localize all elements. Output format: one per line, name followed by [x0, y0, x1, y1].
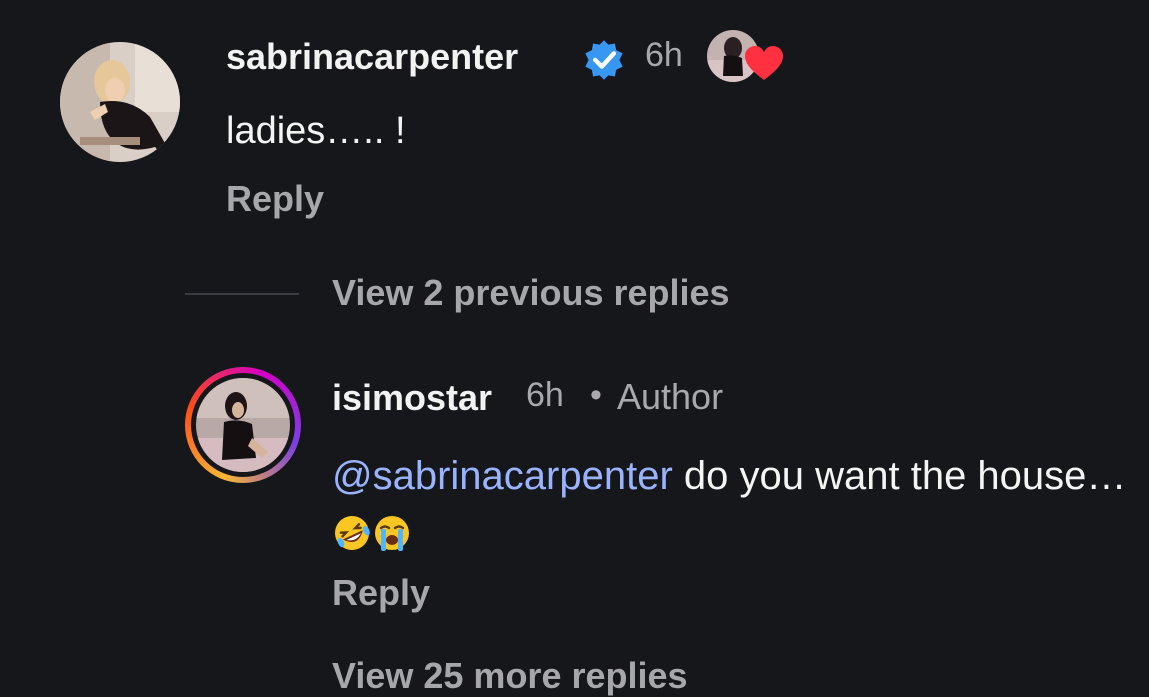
view-more-replies-button[interactable]: View 25 more replies: [332, 655, 688, 697]
reply-button[interactable]: Reply: [332, 572, 430, 614]
avatar[interactable]: [60, 42, 180, 162]
rolling-laughing-emoji-icon: [335, 516, 370, 550]
comment-timestamp: 6h: [645, 36, 683, 74]
reply-button[interactable]: Reply: [226, 178, 324, 220]
reply-text: @sabrinacarpenter do you want the house…: [332, 448, 1132, 560]
comment-text: ladies….. !: [226, 110, 406, 152]
story-ring[interactable]: [185, 367, 301, 483]
mention-link[interactable]: @sabrinacarpenter: [332, 454, 673, 498]
verified-badge-icon: [585, 40, 623, 80]
loudly-crying-emoji-icon: [375, 516, 409, 551]
heart-icon: [745, 46, 783, 80]
view-previous-replies-button[interactable]: View 2 previous replies: [332, 272, 730, 314]
author-badge: Author: [617, 376, 724, 417]
comment-username[interactable]: sabrinacarpenter: [226, 36, 518, 78]
avatar: [196, 378, 290, 472]
reply-timestamp: 6h: [526, 376, 564, 414]
reply-message: do you want the house…: [672, 454, 1127, 498]
reply-username[interactable]: isimostar: [332, 377, 492, 419]
replies-divider: [185, 293, 299, 295]
separator-dot: •: [590, 376, 602, 414]
